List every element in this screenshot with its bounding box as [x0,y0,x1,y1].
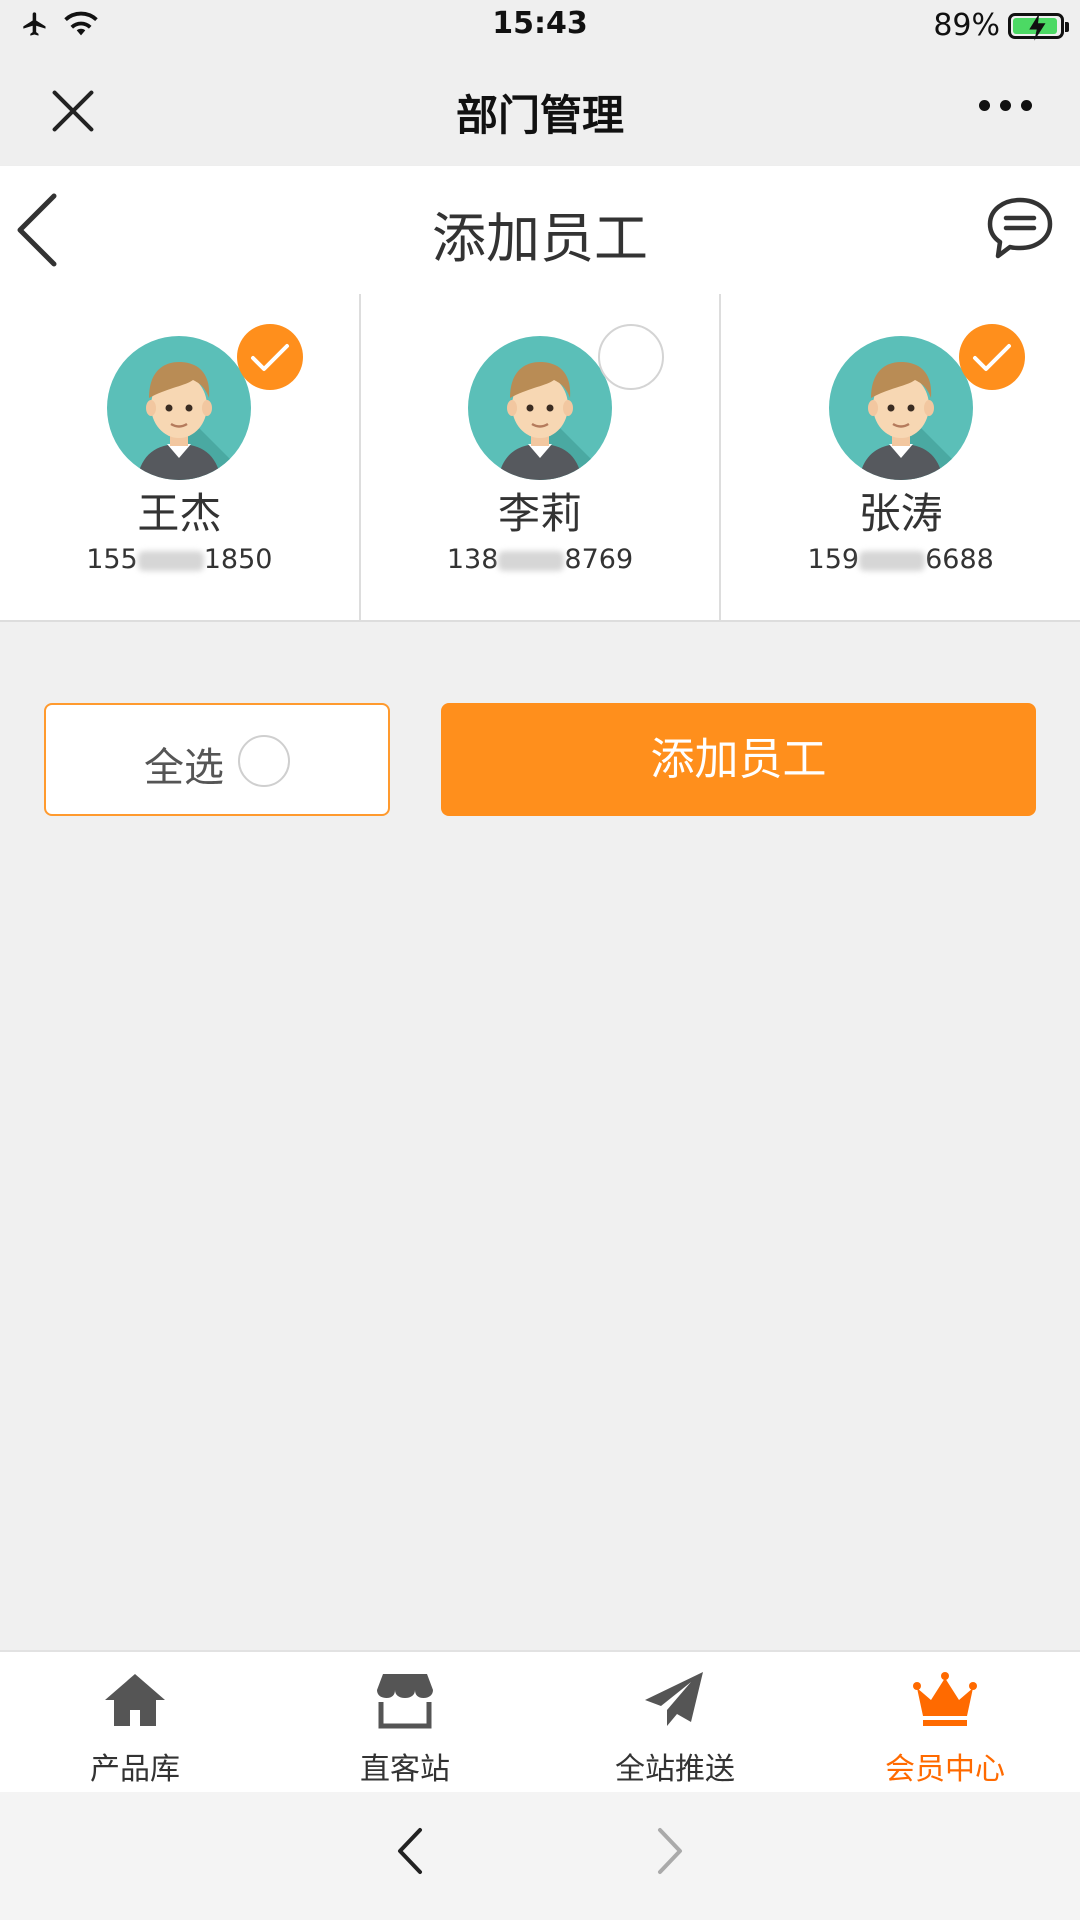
add-staff-button[interactable]: 添加员工 [441,703,1036,816]
more-icon[interactable] [979,100,1032,111]
tab-label: 全站推送 [615,1752,735,1787]
status-bar: 15:43 89% [0,0,1080,54]
tab-product-library[interactable]: 产品库 [0,1652,270,1794]
staff-list: 王杰 155 1850 李莉 138 8769 张涛 159 6688 [0,294,1080,622]
browser-nav-bar [0,1792,1080,1920]
staff-phone: 138 8769 [446,544,634,575]
chevron-right-icon[interactable] [656,1826,686,1876]
staff-card[interactable]: 王杰 155 1850 [0,294,361,620]
selected-check-icon[interactable] [958,324,1025,390]
staff-card[interactable]: 李莉 138 8769 [361,294,722,620]
staff-phone: 155 1850 [86,544,273,575]
tab-push-all[interactable]: 全站推送 [540,1652,810,1794]
staff-name: 李莉 [498,489,583,538]
page-header: 添加员工 [0,166,1080,294]
avatar [468,336,612,480]
battery-icon [1008,12,1069,41]
staff-phone: 159 6688 [807,544,994,575]
tab-label: 直客站 [360,1752,450,1787]
battery-percent: 89% [933,8,1000,43]
select-all-label: 全选 [144,745,224,791]
staff-card[interactable]: 张涛 159 6688 [721,294,1080,620]
tab-member-center[interactable]: 会员中心 [810,1652,1080,1794]
avatar [107,336,252,480]
selected-check-icon[interactable] [237,324,304,390]
crown-icon [913,1672,977,1726]
staff-name: 张涛 [858,489,943,538]
wechat-top-bar: 部门管理 [0,54,1080,166]
page-title: 添加员工 [432,207,648,270]
status-time: 15:43 [492,6,588,41]
bottom-tab-bar: 产品库 直客站 全站推送 会员中心 [0,1650,1080,1794]
unselected-circle-icon[interactable] [598,324,664,390]
chevron-left-icon[interactable] [394,1826,424,1876]
select-all-button[interactable]: 全选 [44,703,390,816]
paper-plane-icon [645,1672,703,1726]
select-all-radio-icon[interactable] [238,735,290,787]
tab-label: 产品库 [90,1752,180,1787]
wechat-title: 部门管理 [455,91,624,140]
chat-bubble-icon[interactable] [984,194,1056,266]
tab-direct-station[interactable]: 直客站 [270,1652,540,1794]
avatar [828,336,973,480]
home-icon [105,1674,165,1726]
tab-label: 会员中心 [885,1752,1005,1787]
store-icon [377,1674,433,1729]
staff-name: 王杰 [137,489,222,538]
